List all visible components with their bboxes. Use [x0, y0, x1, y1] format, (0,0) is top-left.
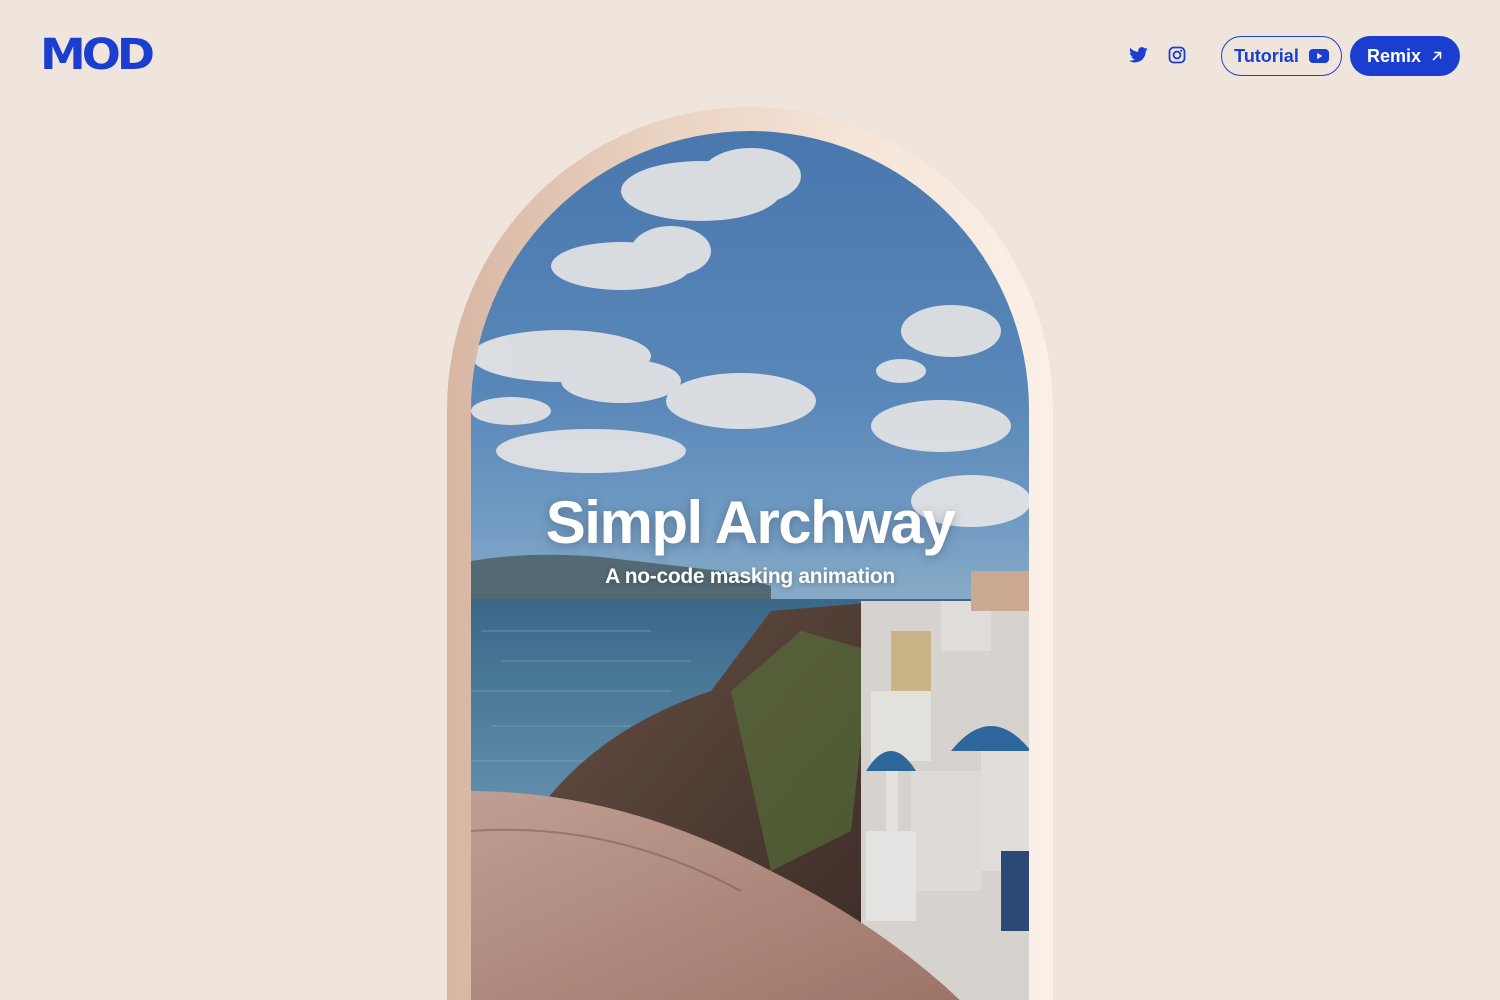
remix-label: Remix: [1366, 45, 1422, 66]
mod-logo[interactable]: MOD: [40, 33, 155, 75]
hero-subtitle: A no-code masking animation: [605, 565, 895, 588]
twitter-link[interactable]: [1127, 44, 1149, 66]
instagram-icon: [1168, 46, 1186, 64]
twitter-icon: [1128, 47, 1148, 63]
hero-title: Simpl Archway: [545, 489, 956, 556]
instagram-link[interactable]: [1166, 44, 1188, 66]
remix-button[interactable]: Remix: [1350, 36, 1460, 76]
tutorial-label: Tutorial: [1234, 45, 1299, 66]
page: MOD Tutorial Remix Simpl Archway A no-co…: [0, 0, 1500, 1000]
youtube-play-icon: [1308, 49, 1329, 63]
tutorial-button[interactable]: Tutorial: [1221, 36, 1342, 76]
arrow-up-right-icon: [1432, 51, 1442, 61]
